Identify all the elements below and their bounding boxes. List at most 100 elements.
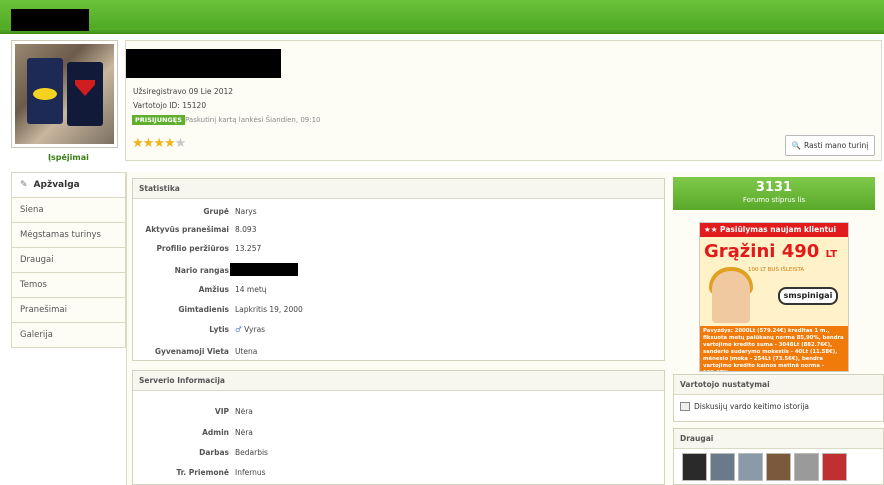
avatar-frame <box>11 40 118 148</box>
user-settings-title: Vartotojo nustatymai <box>674 375 883 395</box>
ad-amount: Grąžini 490 <box>704 241 820 262</box>
ad-fine-print: Pavyzdys: 2000Lt (579.24€) kreditas 1 m.… <box>700 326 848 371</box>
tab-liked-content[interactable]: Mėgstamas turinys <box>11 223 126 248</box>
last-visit: Paskutinį kartą lankėsi Šiandien, 09:10 <box>185 116 321 124</box>
forum-score-badge: 3131 Forumo stiprus lis <box>673 177 875 210</box>
friend-avatar[interactable] <box>766 453 791 481</box>
ad-headline: Grąžini 490 LT <box>700 241 848 266</box>
tab-posts[interactable]: Pranešimai <box>11 298 126 323</box>
server-info-box: Serverio Informacija VIP Nėra Admin Nėra D… <box>132 370 665 485</box>
star-icon: ★ <box>142 136 155 151</box>
user-settings-box: Vartotojo nustatymai Diskusijų vardo kei… <box>673 374 884 422</box>
stat-label: Gyvenamoji Vieta <box>154 347 229 356</box>
server-value: Nėra <box>235 428 253 437</box>
avatar-mug-right <box>67 62 103 126</box>
stats-title: Statistika <box>133 179 664 199</box>
tab-label: Apžvalga <box>33 180 80 190</box>
server-row: Tr. Priemonė Infernus <box>133 468 664 482</box>
ad-currency: LT <box>825 249 838 260</box>
stat-label: Amžius <box>198 285 229 294</box>
stats-box: Statistika Grupė Narys Aktyvūs pranešimai… <box>132 178 665 361</box>
pencil-icon: ✎ <box>20 180 28 190</box>
tab-gallery[interactable]: Galerija <box>11 323 126 348</box>
top-banner <box>0 0 884 34</box>
star-icon: ★ <box>163 136 176 151</box>
server-title: Serverio Informacija <box>133 371 664 391</box>
friend-avatar[interactable] <box>682 453 707 481</box>
server-label: Admin <box>202 428 229 437</box>
find-content-button[interactable]: 🔍 Rasti mano turinį <box>785 135 875 156</box>
batman-logo-icon <box>33 88 57 100</box>
rating-stars[interactable]: ★★★★★ <box>132 136 187 151</box>
server-row: Darbas Bedarbis <box>133 448 664 462</box>
profile-nav: ✎ Apžvalga Siena Mėgstamas turinys Drauga… <box>11 172 126 348</box>
stat-value: 13.257 <box>235 244 262 253</box>
user-id: Vartotojo ID: 15120 <box>133 101 207 110</box>
star-icon: ★ <box>132 136 144 151</box>
server-label: VIP <box>214 407 229 416</box>
friends-box: Draugai <box>673 428 884 485</box>
friend-avatar[interactable] <box>710 453 735 481</box>
stat-row: Amžius 14 metų <box>133 285 664 299</box>
stat-label: Grupė <box>203 207 229 216</box>
stat-label: Lytis <box>209 325 229 334</box>
stat-row: Gyvenamoji Vieta Utena <box>133 347 664 361</box>
stat-label: Aktyvūs pranešimai <box>145 225 229 234</box>
stat-value: Utena <box>235 347 258 356</box>
server-value: Nėra <box>235 407 253 416</box>
rank-redacted <box>230 263 298 276</box>
stat-row: Grupė Narys <box>133 207 664 221</box>
server-row: Admin Nėra <box>133 428 664 442</box>
score-label: Forumo stiprus lis <box>742 196 806 204</box>
profile-info-panel: Užsiregistravo 09 Lie 2012 Vartotojo ID:… <box>125 40 882 161</box>
score-value: 3131 <box>755 180 793 195</box>
warnings-label[interactable]: Įspėjimai <box>48 153 89 162</box>
find-content-label: Rasti mano turinį <box>804 141 869 150</box>
tab-wall[interactable]: Siena <box>11 198 126 223</box>
male-icon: ♂ <box>235 325 242 334</box>
friend-avatar[interactable] <box>738 453 763 481</box>
server-row: VIP Nėra <box>133 407 664 421</box>
server-label: Tr. Priemonė <box>176 468 229 477</box>
stat-value: 8.093 <box>235 225 257 234</box>
stat-label: Gimtadienis <box>178 305 229 314</box>
ad-brand-bubble: smspinigai <box>778 287 838 305</box>
right-sidebar: 3131 Forumo stiprus lis ★★ Pasiūlymas na… <box>669 172 884 485</box>
avatar-mug-left <box>27 58 63 124</box>
stat-label: Profilio peržiūros <box>156 244 229 253</box>
stat-row: Nario rangas <box>133 263 664 280</box>
stat-row: Aktyvūs pranešimai 8.093 <box>133 225 664 239</box>
ad-woman-illustration <box>712 271 750 323</box>
stat-value: Vyras <box>244 325 266 334</box>
server-value: Bedarbis <box>235 448 268 457</box>
stat-row: Profilio peržiūros 13.257 <box>133 244 664 258</box>
name-history-label: Diskusijų vardo keitimo istorija <box>694 401 810 411</box>
friends-avatars <box>674 449 883 481</box>
friend-avatar[interactable] <box>794 453 819 481</box>
friends-title: Draugai <box>674 429 883 449</box>
advertisement-banner[interactable]: ★★ Pasiūlymas naujam klientui Grąžini 49… <box>699 222 849 372</box>
tab-topics[interactable]: Temos <box>11 273 126 298</box>
stat-value: Lapkritis 19, 2000 <box>235 305 303 314</box>
site-logo-redacted <box>11 9 89 31</box>
registered-date: Užsiregistravo 09 Lie 2012 <box>133 87 234 96</box>
ad-header: ★★ Pasiūlymas naujam klientui <box>700 223 848 237</box>
tab-friends[interactable]: Draugai <box>11 248 126 273</box>
server-label: Darbas <box>199 448 229 457</box>
gender-value: ♂ Vyras <box>235 325 265 334</box>
stat-value: Narys <box>235 207 257 216</box>
tab-overview[interactable]: ✎ Apžvalga <box>11 172 126 198</box>
friend-avatar[interactable] <box>822 453 847 481</box>
stat-label: Nario rangas <box>174 266 229 275</box>
stat-value: 14 metų <box>235 285 267 294</box>
stat-row: Gimtadienis Lapkritis 19, 2000 <box>133 305 664 319</box>
stat-row: Lytis ♂ Vyras <box>133 325 664 339</box>
server-value: Infernus <box>235 468 266 477</box>
superman-logo-icon <box>75 80 95 96</box>
username-redacted <box>126 49 281 78</box>
avatar[interactable] <box>15 44 114 144</box>
name-history-link[interactable]: Diskusijų vardo keitimo istorija <box>674 395 883 417</box>
star-empty-icon: ★ <box>174 136 187 151</box>
id-card-icon <box>680 401 690 411</box>
search-document-icon: 🔍 <box>791 141 802 150</box>
